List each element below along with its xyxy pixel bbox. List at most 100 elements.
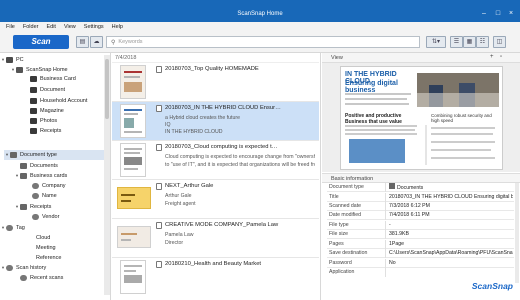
item-text-line: Cloud computing is expected to encourage… [165,154,315,160]
menu-file[interactable]: File [2,24,19,30]
tree-label: Vendor [42,214,60,220]
business-card-icon [20,173,27,179]
list-item[interactable]: 20180703_Top Quality HOMEMADE [112,63,319,102]
folder-icon [30,118,37,124]
info-key: File size [329,231,349,237]
list-item-selected[interactable]: 20180703_IN THE HYBRID CLOUD Ensur… a Hy… [112,102,319,141]
minimize-button[interactable]: – [478,10,490,18]
tree-label: Receipts [40,128,62,134]
tree-name[interactable]: Name [0,191,104,201]
info-value: 1Page [389,241,405,247]
sidebar-scrollbar[interactable] [104,55,110,295]
document-icon [389,183,395,189]
tree-label: Business Card [40,76,76,82]
info-row: Password No [327,259,514,269]
info-row: File size 381.9KB [327,230,514,240]
home-icon [16,67,23,73]
tree-folder[interactable]: Receipts [0,126,104,136]
person-icon [32,193,39,199]
menu-edit[interactable]: Edit [42,24,59,30]
tree-pc[interactable]: ▾ PC [0,55,104,65]
tree-label: Reference [36,255,62,261]
document-thumbnail [120,65,146,99]
sort-icon[interactable]: ⇅▾ [426,36,446,48]
list-item[interactable]: NEXT_Arthur Gale Arthur Gale Freight age… [112,180,319,219]
menu-settings[interactable]: Settings [80,24,108,30]
title-bar: ScanSnap Home – □ × [0,0,520,22]
search-input[interactable] [118,39,399,45]
tree-tag-item[interactable]: Meeting [0,243,104,253]
item-text-line: Arthur Gale [165,193,192,199]
info-row: File type - [327,221,514,231]
tree-label: Name [42,193,57,199]
menu-help[interactable]: Help [108,24,127,30]
info-row: Scanned date 7/3/2018 6:12 PM [327,202,514,212]
menu-view[interactable]: View [60,24,80,30]
preview-section-text: Combining robust security and high speed [431,113,492,123]
info-key: Password [329,260,352,266]
tree-folder[interactable]: Business Card [0,74,104,84]
tree-folder[interactable]: Magazine [0,106,104,116]
tree-company[interactable]: Company [0,181,104,191]
tree-label: Scan history [16,265,47,271]
scan-button[interactable]: Scan [13,35,69,49]
preview-section-heading: Positive and productive Business that us… [345,113,402,125]
info-scrollbar[interactable] [515,183,519,283]
close-button[interactable]: × [505,10,517,18]
info-value: No [389,260,396,266]
tree-recent-scans[interactable]: Recent scans [0,273,104,283]
list-item[interactable]: 20180210_Health and Beauty Market [112,258,319,296]
item-title: CREATIVE MODE COMPANY_Pamela Law [165,222,279,228]
preview-chart [349,139,405,163]
list-view-icon[interactable]: ☰ [450,36,463,48]
zoom-in-icon[interactable]: + [490,54,494,60]
item-title: 20180210_Health and Beauty Market [165,261,262,267]
item-title: NEXT_Arthur Gale [165,183,214,189]
tree-folder[interactable]: Photos [0,116,104,126]
folder-icon [30,87,37,93]
company-icon [32,183,39,189]
list-item[interactable]: 20180703_Cloud computing is expected t… … [112,141,319,180]
menu-folder[interactable]: Folder [19,24,43,30]
tree-folder[interactable]: Document [0,85,104,95]
info-key: Pages [329,241,344,247]
tree-label: Meeting [36,245,56,251]
tree-business-cards[interactable]: ▾ Business cards [0,171,104,181]
tree-tag-item[interactable]: Reference [0,253,104,263]
document-icon [156,105,162,112]
info-panel-header[interactable]: Basic information [322,173,520,183]
item-text-line: Pamela Law [165,232,194,238]
list-item[interactable]: CREATIVE MODE COMPANY_Pamela Law Pamela … [112,219,319,258]
business-card-icon [156,183,162,190]
info-value: - [389,222,391,228]
display-mode-icon[interactable]: ▤ [76,36,89,48]
tree-tag[interactable]: ▾ Tag [0,223,104,233]
tree-receipts[interactable]: ▾ Receipts [0,202,104,212]
tree-scan-history[interactable]: ▾ Scan history [0,263,104,273]
info-value[interactable]: Documents [389,183,513,193]
history-icon [6,265,13,271]
tree-document-type[interactable]: ▾ Document type [4,150,104,160]
info-key: Save destination [329,250,368,256]
preview-page: IN THE HYBRID CLOUD Ensuring digital bus… [340,66,503,170]
title-value[interactable]: 20180703_IN THE HYBRID CLOUD Ensuring di… [389,193,513,202]
view-header-label: View [331,55,343,61]
document-thumbnail [120,104,146,138]
page-view-icon[interactable]: ▫ [500,54,502,60]
grid-view-icon[interactable]: ▦ [463,36,476,48]
tree-tag-item[interactable]: Cloud [0,233,104,243]
tree-vendor[interactable]: Vendor [0,212,104,222]
maximize-button[interactable]: □ [492,10,504,18]
panel-toggle-icon[interactable]: ◫ [493,36,506,48]
document-type-icon [10,152,17,158]
search-box[interactable]: ⚲ [106,36,420,48]
item-title: 20180703_IN THE HYBRID CLOUD Ensur… [165,105,281,111]
business-card-icon [156,222,162,229]
info-key: Scanned date [329,203,362,209]
cloud-mode-icon[interactable]: ☁ [90,36,103,48]
info-header-label: Basic information [331,176,374,182]
tree-documents[interactable]: Documents [0,161,104,171]
tree-folder[interactable]: Household Account [0,96,104,106]
info-key: File type [329,222,349,228]
detail-view-icon[interactable]: ☷ [476,36,489,48]
